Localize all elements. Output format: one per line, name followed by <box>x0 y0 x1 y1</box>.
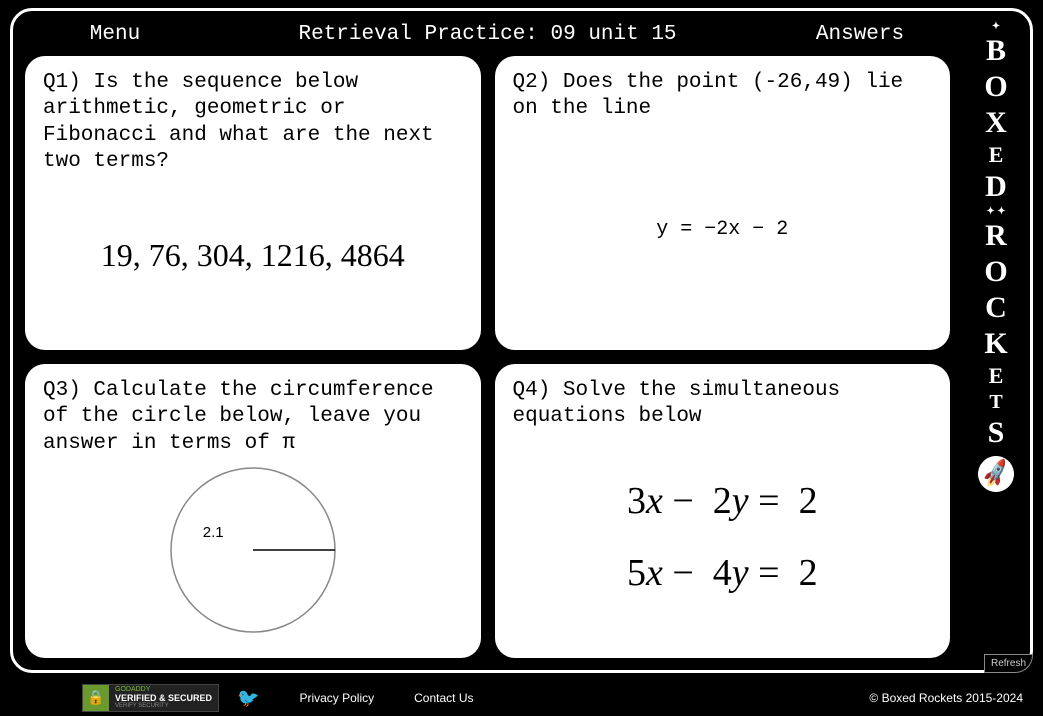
copyright-text: © Boxed Rockets 2015-2024 <box>869 691 1023 705</box>
sidebar-logo: ✦ B O X E D ✦ ✦ R O C K E T S 🚀 Refresh <box>962 11 1030 670</box>
refresh-button[interactable]: Refresh <box>984 654 1033 673</box>
question-grid: Q1) Is the sequence below arithmetic, ge… <box>25 56 950 658</box>
question-card-3: Q3) Calculate the circumference of the c… <box>25 364 481 658</box>
twitter-icon[interactable]: 🐦 <box>237 688 259 709</box>
q2-prompt: Q2) Does the point (-26,49) lie on the l… <box>513 70 933 123</box>
content-area: Menu Retrieval Practice: 09 unit 15 Answ… <box>13 11 962 670</box>
q4-eq2: 5x − 4y = 2 <box>627 537 818 609</box>
q4-prompt: Q4) Solve the simultaneous equations bel… <box>513 378 933 431</box>
q3-body: 2.1 <box>43 457 463 644</box>
main-frame: Menu Retrieval Practice: 09 unit 15 Answ… <box>10 8 1033 673</box>
q1-body: 19, 76, 304, 1216, 4864 <box>43 175 463 336</box>
menu-button[interactable]: Menu <box>25 23 205 46</box>
q4-equations: 3x − 2y = 2 5x − 4y = 2 <box>627 465 818 609</box>
badge-line3: VERIFY SECURITY <box>115 703 212 710</box>
star-icon: ✦ ✦ <box>986 206 1005 217</box>
rocket-icon: 🚀 <box>974 452 1018 496</box>
brand-logo[interactable]: ✦ B O X E D ✦ ✦ R O C K E T S 🚀 <box>978 21 1014 492</box>
radius-label: 2.1 <box>203 524 224 541</box>
security-badge[interactable]: 🔒 GODADDY VERIFIED & SECURED VERIFY SECU… <box>82 684 219 712</box>
page-title: Retrieval Practice: 09 unit 15 <box>205 23 770 46</box>
answers-button[interactable]: Answers <box>770 23 950 46</box>
q4-body: 3x − 2y = 2 5x − 4y = 2 <box>513 431 933 645</box>
question-card-4: Q4) Solve the simultaneous equations bel… <box>495 364 951 658</box>
badge-line2: VERIFIED & SECURED <box>115 694 212 704</box>
circle-diagram: 2.1 <box>163 460 343 640</box>
circle-svg <box>163 460 343 640</box>
q1-sequence: 19, 76, 304, 1216, 4864 <box>101 237 405 274</box>
question-card-1: Q1) Is the sequence below arithmetic, ge… <box>25 56 481 350</box>
contact-us-link[interactable]: Contact Us <box>414 691 473 705</box>
question-card-2: Q2) Does the point (-26,49) lie on the l… <box>495 56 951 350</box>
q1-prompt: Q1) Is the sequence below arithmetic, ge… <box>43 70 463 175</box>
star-icon: ✦ <box>992 21 1000 32</box>
footer: 🔒 GODADDY VERIFIED & SECURED VERIFY SECU… <box>0 680 1043 716</box>
lock-icon: 🔒 <box>83 685 109 711</box>
q4-eq1: 3x − 2y = 2 <box>627 465 818 537</box>
q2-equation: y = −2x − 2 <box>656 218 788 241</box>
privacy-policy-link[interactable]: Privacy Policy <box>299 691 374 705</box>
q3-prompt: Q3) Calculate the circumference of the c… <box>43 378 463 457</box>
q2-body: y = −2x − 2 <box>513 123 933 337</box>
top-bar: Menu Retrieval Practice: 09 unit 15 Answ… <box>25 19 950 56</box>
